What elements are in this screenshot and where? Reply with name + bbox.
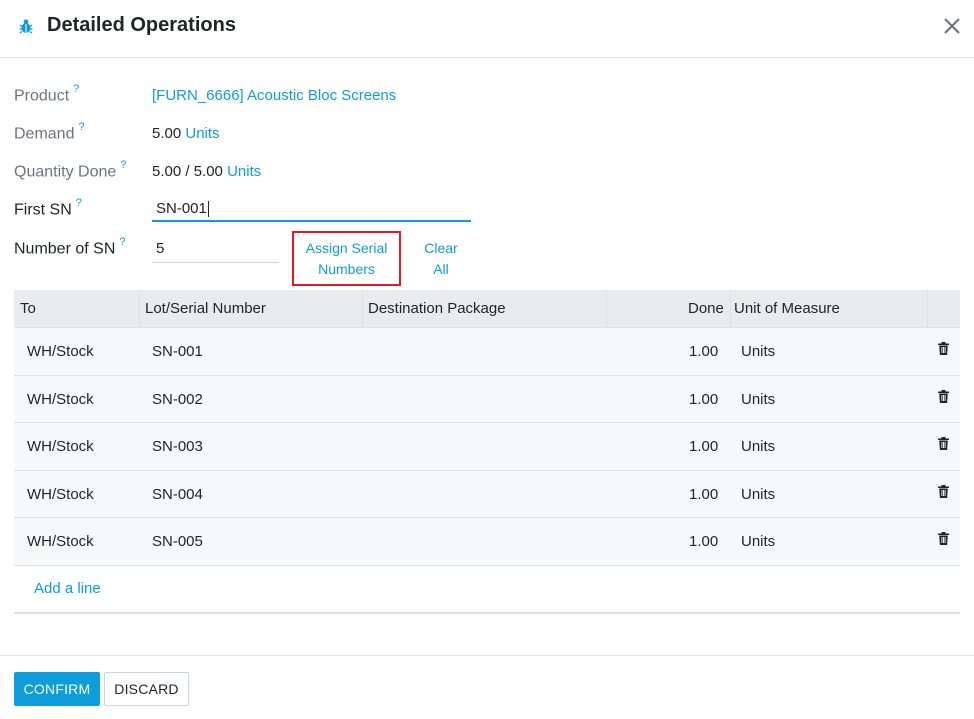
cell-lot: SN-003 — [152, 438, 203, 455]
quantity-done-qty: 5.00 / 5.00 — [152, 163, 223, 180]
cell-uom: Units — [741, 343, 776, 360]
first-sn-help-icon[interactable]: ? — [76, 197, 82, 209]
cell-done: 1.00 — [689, 485, 719, 503]
cell-to: WH/Stock — [27, 343, 94, 360]
trash-icon[interactable] — [938, 437, 949, 450]
cell-to: WH/Stock — [27, 533, 94, 550]
number-of-sn-help-icon[interactable]: ? — [119, 236, 125, 248]
dialog-footer: CONFIRM DISCARD — [0, 655, 974, 719]
bug-icon — [19, 19, 33, 34]
cell-done: 1.00 — [689, 390, 719, 408]
clear-all-button[interactable]: Clear All — [414, 238, 468, 280]
trash-icon[interactable] — [938, 532, 949, 545]
add-line-row: Add a line — [14, 566, 960, 614]
table-row[interactable]: WH/Stock SN-003 1.00 Units — [14, 423, 960, 471]
product-link[interactable]: [FURN_6666] Acoustic Bloc Screens — [152, 87, 396, 104]
assign-serial-numbers-button[interactable]: Assign Serial Numbers — [292, 231, 401, 286]
cell-lot: SN-005 — [152, 533, 203, 550]
demand-help-icon[interactable]: ? — [78, 121, 84, 133]
cell-lot: SN-004 — [152, 485, 203, 503]
discard-button[interactable]: DISCARD — [104, 672, 189, 706]
cell-uom: Units — [741, 390, 776, 408]
number-of-sn-input[interactable]: 5 — [152, 238, 279, 263]
dialog-title: Detailed Operations — [47, 14, 236, 36]
close-icon[interactable] — [942, 16, 962, 36]
cell-uom: Units — [741, 485, 776, 503]
cell-to: WH/Stock — [27, 485, 94, 503]
cell-to: WH/Stock — [27, 390, 94, 408]
cell-uom: Units — [741, 438, 776, 455]
product-label: Product? — [14, 83, 80, 105]
first-sn-input[interactable]: SN-001 — [152, 198, 471, 222]
cell-done: 1.00 — [689, 343, 719, 360]
product-help-icon[interactable]: ? — [73, 83, 79, 95]
number-of-sn-label: Number of SN? — [14, 236, 126, 258]
column-header-lot[interactable]: Lot/Serial Number — [145, 290, 266, 327]
quantity-done-value: 5.00 / 5.00 Units — [152, 163, 261, 180]
quantity-done-label: Quantity Done? — [14, 159, 127, 181]
first-sn-label: First SN? — [14, 197, 82, 219]
cell-uom: Units — [741, 533, 776, 550]
cell-done: 1.00 — [689, 438, 719, 455]
table-row[interactable]: WH/Stock SN-002 1.00 Units — [14, 375, 960, 423]
text-caret — [207, 201, 209, 218]
demand-uom-link[interactable]: Units — [185, 125, 219, 142]
column-header-to[interactable]: To — [20, 290, 36, 327]
table-header: To Lot/Serial Number Destination Package… — [14, 290, 960, 328]
quantity-done-uom-link[interactable]: Units — [227, 163, 261, 180]
dialog-header: Detailed Operations — [0, 0, 974, 58]
cell-lot: SN-001 — [152, 343, 203, 360]
column-header-uom[interactable]: Unit of Measure — [734, 290, 840, 327]
column-header-package[interactable]: Destination Package — [368, 290, 506, 327]
demand-value: 5.00 Units — [152, 125, 220, 142]
table-row[interactable]: WH/Stock SN-001 1.00 Units — [14, 328, 960, 376]
table-row[interactable]: WH/Stock SN-004 1.00 Units — [14, 470, 960, 518]
cell-lot: SN-002 — [152, 390, 203, 408]
trash-icon[interactable] — [938, 342, 949, 355]
cell-done: 1.00 — [689, 533, 719, 550]
trash-icon[interactable] — [938, 484, 949, 498]
cell-to: WH/Stock — [27, 438, 94, 455]
table-row[interactable]: WH/Stock SN-005 1.00 Units — [14, 518, 960, 566]
move-lines-table: To Lot/Serial Number Destination Package… — [14, 290, 960, 614]
demand-qty: 5.00 — [152, 125, 182, 142]
column-header-done[interactable]: Done — [688, 290, 724, 327]
demand-label: Demand? — [14, 121, 85, 143]
add-line-link[interactable]: Add a line — [34, 566, 101, 612]
quantity-done-help-icon[interactable]: ? — [120, 159, 126, 171]
confirm-button[interactable]: CONFIRM — [14, 672, 100, 706]
trash-icon[interactable] — [938, 389, 949, 403]
